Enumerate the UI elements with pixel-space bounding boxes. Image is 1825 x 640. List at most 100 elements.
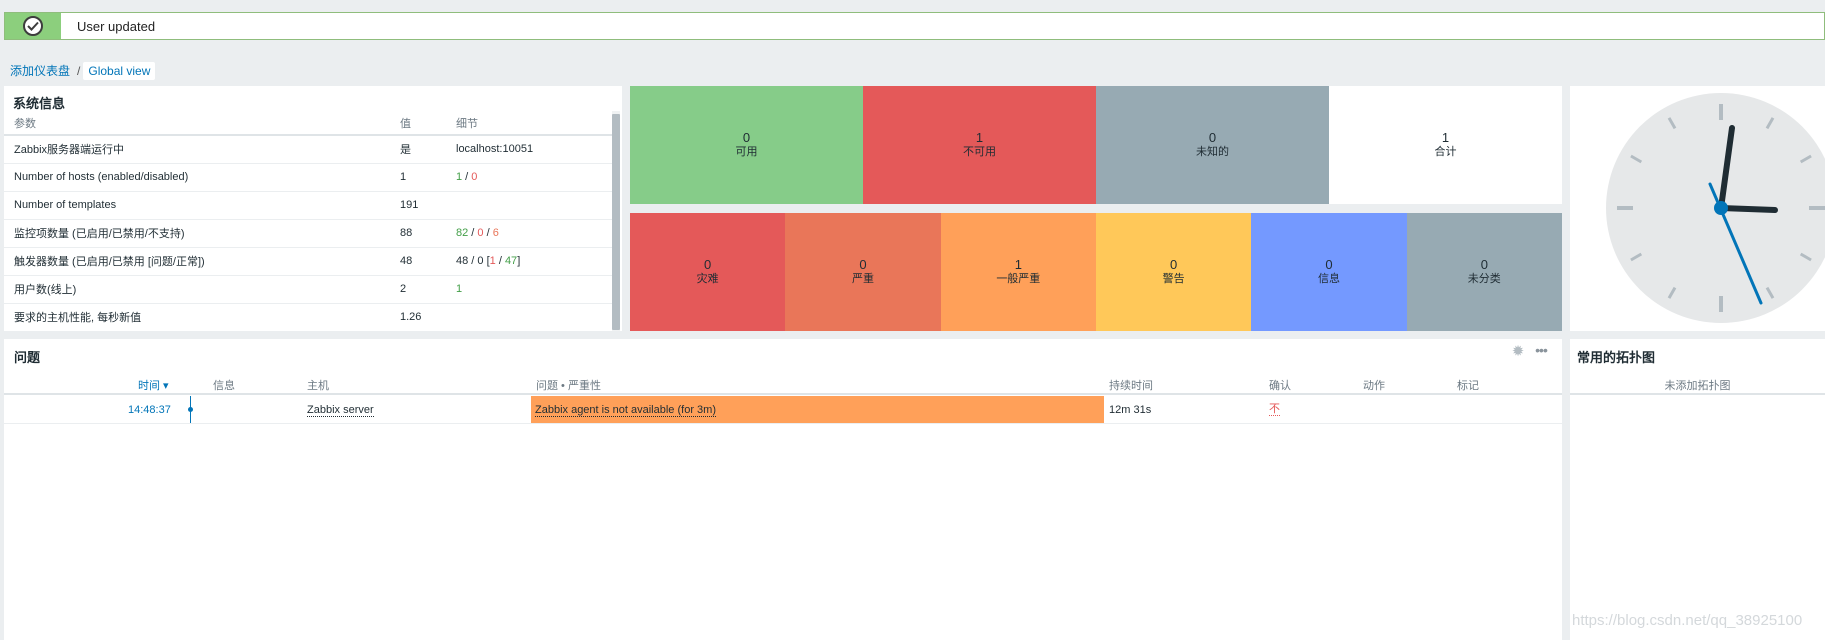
header-tags: 标记	[1457, 380, 1479, 392]
host-available-cell[interactable]: 0 可用	[630, 86, 863, 204]
param-cell: 监控项数量 (已启用/已禁用/不支持)	[4, 219, 390, 248]
details-cell: 48 / 0 [1 / 47]	[446, 247, 616, 276]
value-cell: 88	[390, 219, 446, 248]
scrollbar-thumb[interactable]	[612, 114, 620, 330]
availability-count: 0	[1208, 130, 1217, 145]
header-value: 值	[390, 111, 446, 136]
system-info-table: 参数 值 细节 Zabbix服务器端运行中 是 localhost:10051 …	[4, 111, 616, 331]
details-cell	[446, 303, 616, 331]
severity-count: 0	[1325, 257, 1333, 272]
param-cell: Zabbix服务器端运行中	[4, 135, 390, 164]
success-message-bar: User updated	[4, 12, 1825, 40]
online-users-count: 1	[456, 283, 463, 295]
header-details: 细节	[446, 111, 616, 136]
table-row: 触发器数量 (已启用/已禁用 [问题/正常]) 48 48 / 0 [1 / 4…	[4, 247, 616, 276]
problems-title: 问题	[14, 350, 41, 365]
table-row: Number of hosts (enabled/disabled) 1 1 /…	[4, 163, 616, 192]
severity-count: 0	[859, 257, 867, 272]
host-availability-widget: 0 可用 1 不可用 0 未知的 1 合计	[630, 86, 1562, 204]
message-text: User updated	[77, 18, 156, 34]
availability-count: 1	[975, 130, 984, 145]
host-unknown-cell[interactable]: 0 未知的	[1096, 86, 1329, 204]
severity-info-cell[interactable]: 0 信息	[1251, 213, 1407, 331]
param-cell: 触发器数量 (已启用/已禁用 [问题/正常])	[4, 247, 390, 276]
details-cell: 1 / 0	[446, 163, 616, 192]
unsupported-count: 6	[492, 227, 499, 239]
problem-time-link[interactable]: 14:48:37	[128, 404, 171, 416]
problem-ack-link[interactable]: 不	[1269, 404, 1280, 416]
header-actions: 动作	[1363, 380, 1385, 392]
value-cell: 191	[390, 191, 446, 220]
availability-label: 可用	[735, 146, 758, 158]
severity-count: 0	[1170, 257, 1178, 272]
favourite-maps-widget: 常用的拓扑图 未添加拓扑图	[1570, 339, 1825, 640]
table-header-row: 参数 值 细节	[4, 111, 616, 136]
problems-header-row: 时间 ▾ 信息 主机 问题 • 严重性 持续时间 确认 动作 标记	[4, 373, 1562, 395]
value-cell: 1	[390, 163, 446, 192]
favourite-maps-title: 常用的拓扑图	[1577, 350, 1656, 365]
severity-disaster-cell[interactable]: 0 灾难	[630, 213, 786, 331]
availability-label: 不可用	[963, 146, 996, 158]
header-problem-severity: 问题 • 严重性	[536, 380, 601, 392]
param-cell: 要求的主机性能, 每秒新值	[4, 303, 390, 331]
availability-count: 0	[742, 130, 751, 145]
param-cell: 用户数(线上)	[4, 275, 390, 304]
details-prefix: 48 / 0 [	[456, 255, 490, 267]
gear-icon[interactable]: ✹	[1510, 344, 1526, 360]
severity-high-cell[interactable]: 0 严重	[785, 213, 941, 331]
problem-host-link[interactable]: Zabbix server	[307, 404, 374, 417]
value-cell: 48	[390, 247, 446, 276]
table-row: 监控项数量 (已启用/已禁用/不支持) 88 82 / 0 / 6	[4, 219, 616, 248]
severity-count: 1	[1014, 257, 1022, 272]
header-param: 参数	[4, 111, 390, 136]
header-info: 信息	[213, 380, 235, 392]
table-row: 要求的主机性能, 每秒新值 1.26	[4, 303, 616, 331]
breadcrumb-current-dashboard[interactable]: Global view	[83, 61, 156, 80]
minute-hand	[1718, 205, 1778, 213]
enabled-count: 82	[456, 227, 469, 239]
table-row: Zabbix服务器端运行中 是 localhost:10051	[4, 135, 616, 164]
clock-face	[1606, 93, 1825, 323]
severity-label: 一般严重	[996, 273, 1041, 285]
severity-warning-cell[interactable]: 0 警告	[1095, 213, 1252, 331]
details-suffix: ]	[517, 255, 521, 267]
separator: /	[462, 171, 472, 183]
problem-duration: 12m 31s	[1109, 404, 1152, 416]
more-options-icon[interactable]: •••	[1532, 343, 1550, 359]
details-cell: 1	[446, 275, 616, 304]
system-info-title: 系统信息	[13, 96, 66, 111]
watermark: https://blog.csdn.net/qq_38925100	[1572, 612, 1803, 629]
check-circle-icon	[23, 16, 43, 36]
severity-label: 未分类	[1467, 273, 1501, 285]
problem-severity-cell: Zabbix agent is not available (for 3m)	[531, 396, 1104, 423]
disabled-count: 0	[471, 171, 478, 183]
table-row: 用户数(线上) 2 1	[4, 275, 616, 304]
breadcrumb: 添加仪表盘 / Global view	[6, 60, 156, 81]
breadcrumb-separator: /	[77, 63, 81, 78]
availability-label: 合计	[1434, 146, 1457, 158]
clock-widget	[1570, 86, 1825, 331]
header-time-sort[interactable]: 时间 ▾	[138, 377, 169, 393]
problems-widget: 问题 ✹ ••• 时间 ▾ 信息 主机 问题 • 严重性 持续时间 确认 动作 …	[4, 339, 1562, 640]
availability-label: 未知的	[1196, 146, 1229, 158]
value-cell: 1.26	[390, 303, 446, 331]
host-total-cell[interactable]: 1 合计	[1329, 86, 1562, 204]
severity-count: 0	[1480, 257, 1488, 272]
table-row: 14:48:37 Zabbix server Zabbix agent is n…	[4, 396, 1562, 424]
maps-empty-message: 未添加拓扑图	[1570, 373, 1825, 395]
host-unavailable-cell[interactable]: 1 不可用	[863, 86, 1096, 204]
param-cell: Number of hosts (enabled/disabled)	[4, 163, 390, 192]
problems-by-severity-widget: 0 灾难 0 严重 1 一般严重 0 警告 0 信息 0 未分类	[630, 213, 1562, 331]
problem-name-link[interactable]: Zabbix agent is not available (for 3m)	[535, 404, 716, 417]
separator: /	[495, 255, 505, 267]
clock-center	[1714, 201, 1728, 215]
header-host: 主机	[307, 380, 329, 392]
separator: /	[483, 227, 493, 239]
details-cell	[446, 191, 616, 220]
add-dashboard-link[interactable]: 添加仪表盘	[6, 60, 74, 81]
severity-not-classified-cell[interactable]: 0 未分类	[1406, 213, 1562, 331]
severity-average-cell[interactable]: 1 一般严重	[940, 213, 1096, 331]
value-cell: 2	[390, 275, 446, 304]
ok-count: 47	[504, 255, 518, 267]
table-row: Number of templates 191	[4, 191, 616, 220]
